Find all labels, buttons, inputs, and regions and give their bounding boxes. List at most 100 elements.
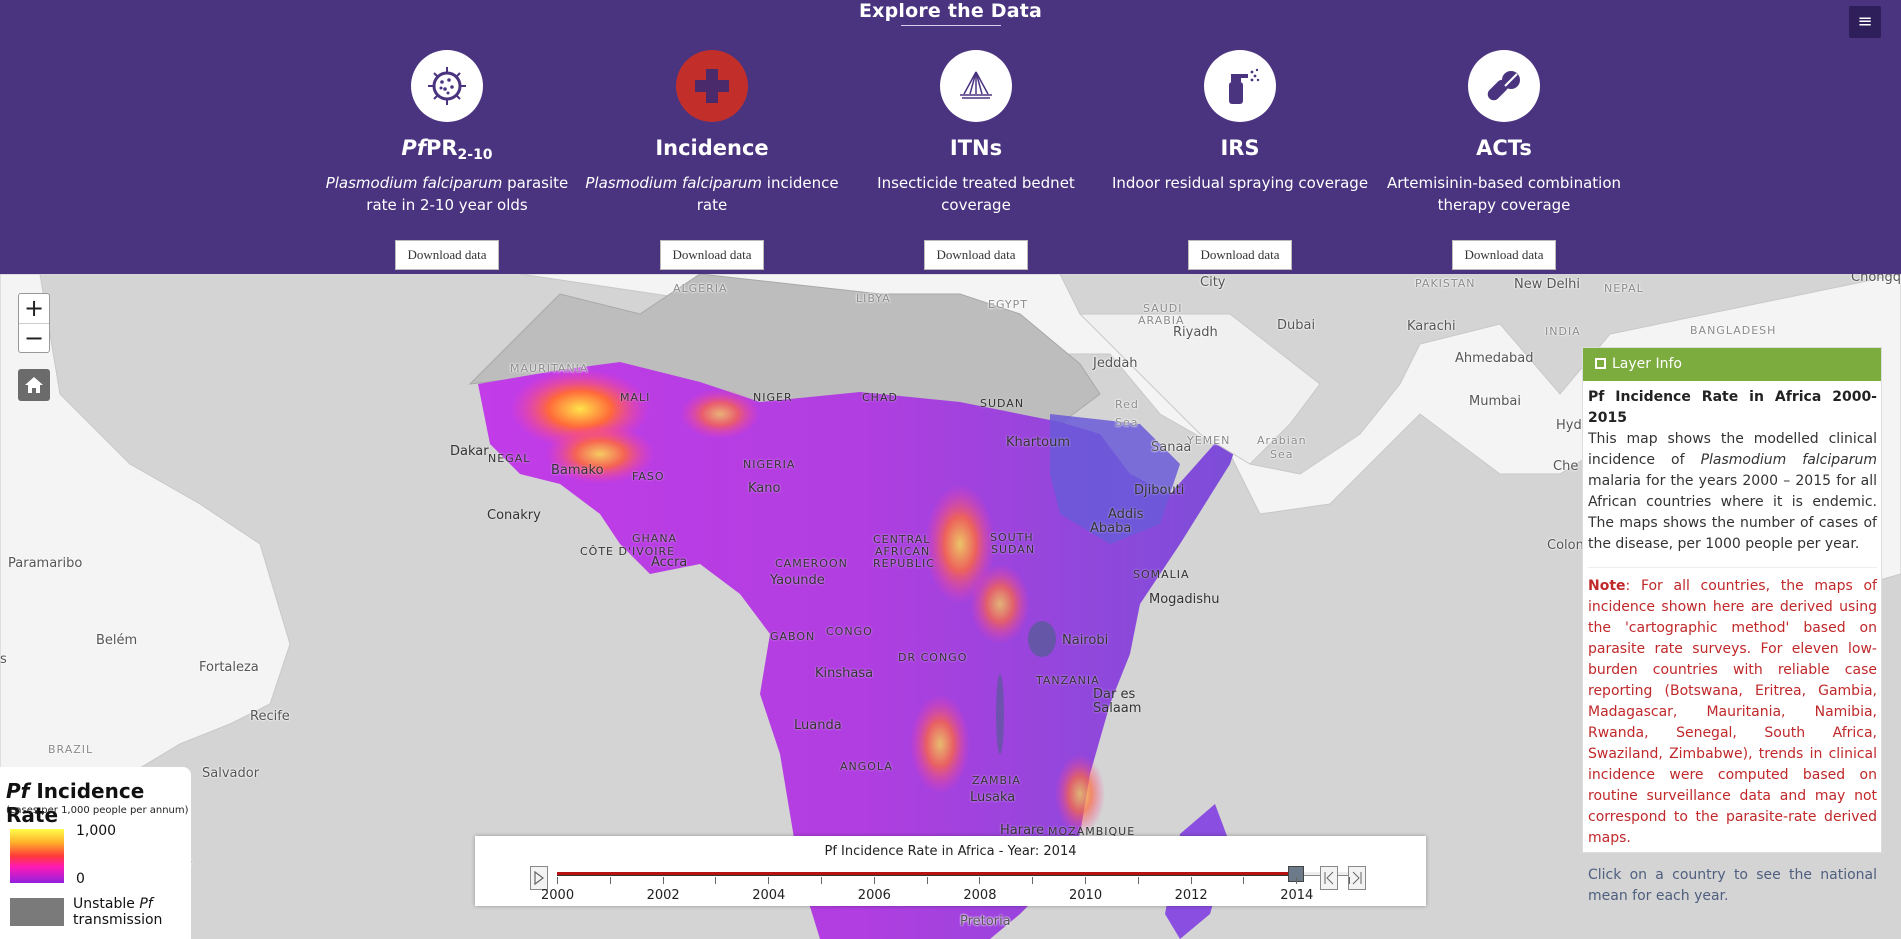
card-itns: ITNs Insecticide treated bednet coverage… [844, 50, 1108, 270]
explore-title: Explore the Data [858, 0, 1043, 22]
collapse-icon[interactable] [1595, 358, 1606, 369]
card-acts: ACTs Artemisinin-based combination thera… [1372, 50, 1636, 270]
layer-info-panel: Layer Info Pf Incidence Rate in Africa 2… [1582, 347, 1882, 904]
legend-color-ramp [10, 829, 64, 883]
card-desc-itns: Insecticide treated bednet coverage [877, 174, 1075, 214]
time-slider-title: Pf Incidence Rate in Africa - Year: 2014 [824, 844, 1077, 859]
place-label: Addis [1108, 507, 1144, 522]
place-label: GHANA [632, 532, 678, 545]
legend-subtitle: (cases per 1,000 people per annum) [6, 805, 189, 816]
time-slider-year-label: 2012 [1174, 888, 1208, 903]
time-slider-tick [1032, 877, 1034, 884]
place-label: ZAMBIA [972, 774, 1021, 787]
place-label: Nairobi [1062, 633, 1109, 648]
time-slider-year-label: 2004 [752, 888, 786, 903]
card-title-irs: IRS [1220, 136, 1260, 160]
card-title-pfpr: PfPR2-10 [401, 136, 493, 163]
time-slider-track[interactable] [557, 872, 1297, 876]
card-desc-pfpr: Plasmodium falciparum parasite rate in 2… [325, 174, 569, 214]
place-label: Dakar [450, 444, 489, 459]
place-label: Colon [1547, 538, 1584, 553]
layer-info-note: Note: For all countries, the maps of inc… [1588, 567, 1877, 849]
place-label: EGYPT [988, 298, 1028, 311]
place-label: Ababa [1090, 521, 1132, 536]
place-label: Che [1553, 459, 1579, 474]
place-label: CONGO [826, 625, 873, 638]
card-title-incidence: Incidence [655, 136, 769, 160]
download-itns-button[interactable]: Download data [924, 240, 1028, 270]
place-label: CÔTE D'IVOIRE [580, 545, 676, 558]
zoom-in-button[interactable]: + [19, 294, 49, 323]
download-pfpr-button[interactable]: Download data [395, 240, 499, 270]
place-label: YEMEN [1187, 434, 1231, 447]
time-slider-tick [1137, 877, 1139, 884]
place-label: Sanaa [1151, 440, 1192, 455]
place-label: Jeddah [1093, 356, 1138, 371]
zoom-out-button[interactable]: − [19, 323, 49, 352]
place-label: Conakry [487, 508, 541, 523]
place-label: Chongqir [1851, 274, 1901, 285]
step-back-button[interactable] [1320, 866, 1338, 890]
parasite-icon[interactable] [411, 50, 483, 122]
download-incidence-button[interactable]: Download data [660, 240, 764, 270]
time-slider-tick [1190, 877, 1192, 884]
place-label: Ahmedabad [1455, 351, 1534, 366]
place-label: Djibouti [1134, 483, 1185, 498]
page: Explore the Data ≡ PfPR2-10 Plasmodium f [0, 0, 1901, 939]
time-slider-tick [557, 877, 558, 884]
place-label: Arabian [1257, 434, 1307, 447]
place-label: City [1200, 275, 1226, 290]
place-label: Belém [96, 633, 138, 648]
spray-bottle-icon[interactable] [1204, 50, 1276, 122]
place-label: BRAZIL [48, 743, 94, 756]
place-label: Salaam [1093, 701, 1142, 716]
place-label: Bamako [551, 463, 604, 478]
time-slider-tick [1085, 877, 1086, 884]
time-slider-year-label: 2000 [541, 888, 575, 903]
step-forward-button[interactable] [1348, 866, 1366, 890]
bednet-icon[interactable] [940, 50, 1012, 122]
menu-icon[interactable]: ≡ [1849, 6, 1881, 38]
medical-cross-icon[interactable] [676, 50, 748, 122]
time-slider-year-label: 2002 [646, 888, 680, 903]
place-label: Luanda [794, 718, 842, 733]
card-desc-irs: Indoor residual spraying coverage [1111, 174, 1369, 192]
layer-info-title: Pf Incidence Rate in Africa 2000-2015 [1588, 389, 1877, 426]
time-slider-tick [821, 877, 822, 884]
download-acts-button[interactable]: Download data [1452, 240, 1556, 270]
time-slider-tick [1243, 877, 1245, 884]
place-label: Sea [1115, 416, 1139, 429]
home-icon[interactable] [18, 369, 50, 401]
card-pfpr: PfPR2-10 Plasmodium falciparum parasite … [315, 50, 579, 270]
play-button[interactable] [530, 866, 548, 890]
layer-info-description: This map shows the modelled clinical inc… [1588, 431, 1877, 552]
time-slider-year-label: 2010 [1069, 888, 1103, 903]
legend-unstable-swatch [10, 898, 64, 926]
time-slider-tick [609, 877, 611, 884]
place-label: BANGLADESH [1690, 324, 1777, 337]
pills-icon[interactable] [1468, 50, 1540, 122]
card-incidence: Incidence Plasmodium falciparum incidenc… [580, 50, 844, 270]
time-slider-year-label: 2014 [1280, 888, 1314, 903]
place-label: Lusaka [970, 790, 1016, 805]
place-label: s [0, 652, 7, 667]
place-label: Dubai [1277, 318, 1316, 333]
layer-info-header[interactable]: Layer Info [1583, 348, 1881, 381]
place-label: Red [1115, 398, 1139, 411]
place-label: Riyadh [1173, 325, 1218, 340]
place-label: REPUBLIC [873, 557, 935, 570]
place-label: INDIA [1545, 325, 1581, 338]
time-slider-tick [715, 877, 717, 884]
place-label: NEGAL [488, 452, 531, 465]
place-label: NIGER [753, 391, 793, 404]
legend-high-label: 1,000 [76, 823, 117, 839]
place-label: Sea [1270, 448, 1294, 461]
download-irs-button[interactable]: Download data [1188, 240, 1292, 270]
place-label: Yaounde [770, 573, 825, 588]
place-label: FASO [632, 470, 665, 483]
time-slider-tick [926, 877, 928, 884]
card-desc-incidence: Plasmodium falciparum incidence rate [585, 174, 839, 214]
place-label: New Delhi [1514, 277, 1580, 292]
place-label: Kano [748, 481, 781, 496]
place-label: NEPAL [1604, 282, 1644, 295]
